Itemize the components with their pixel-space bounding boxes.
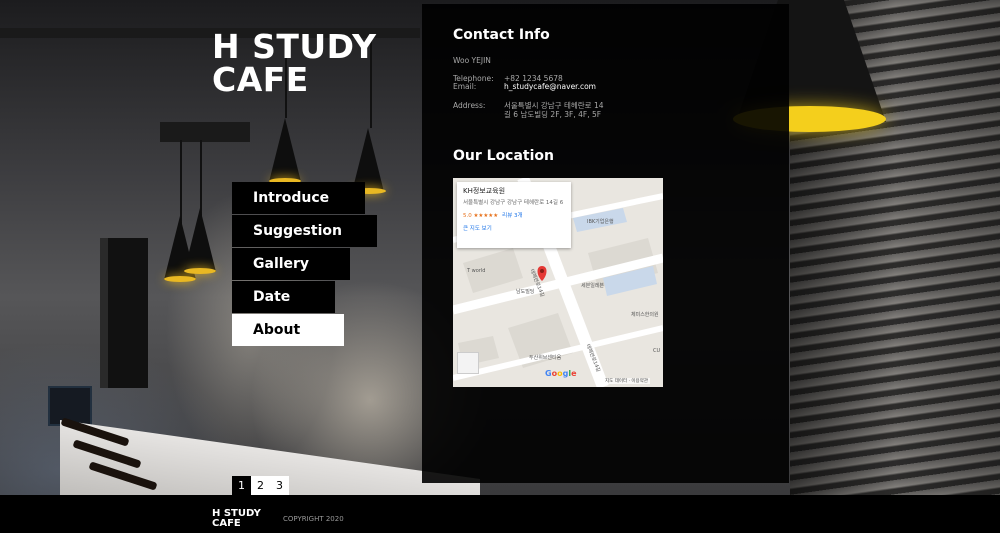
map-pegman-box[interactable]: [457, 352, 479, 374]
rating-value: 5.0: [463, 213, 472, 219]
star-icons: ★★★★★: [473, 213, 499, 219]
map-label-seven: 세븐일레븐: [581, 283, 605, 289]
contact-name: Woo YEJIN: [453, 56, 491, 65]
contact-panel: Contact Info Woo YEJIN Telephone: +82 12…: [422, 4, 789, 483]
site-footer: H STUDY CAFE COPYRIGHT 2020: [0, 495, 1000, 533]
nav-item-date[interactable]: Date: [232, 281, 335, 313]
email-label: Email:: [453, 82, 477, 91]
lamp-glow: [164, 276, 196, 282]
map-label-cu: CU: [653, 348, 661, 354]
location-heading: Our Location: [453, 148, 555, 164]
nav-item-suggestion[interactable]: Suggestion: [232, 215, 377, 247]
google-logo: Google: [545, 369, 577, 378]
map-label-doosan: 두산위브센티움: [529, 355, 562, 361]
map-label-tworld: T world: [467, 268, 486, 274]
email-value[interactable]: h_studycafe@naver.com: [504, 82, 596, 91]
site-logo[interactable]: H STUDY CAFE: [212, 30, 377, 96]
nav-item-about[interactable]: About: [232, 314, 344, 346]
logo-line-2: CAFE: [212, 60, 309, 99]
lamp-glow: [184, 268, 216, 274]
address-label: Address:: [453, 101, 486, 110]
google-map[interactable]: KH정보교육원 서울특별시 강남구 강남구 테헤란로 14길 6 5.0 ★★★…: [453, 178, 663, 387]
map-label-cheami: 체미스한의원: [631, 312, 659, 318]
place-card[interactable]: KH정보교육원 서울특별시 강남구 강남구 테헤란로 14길 6 5.0 ★★★…: [457, 182, 571, 248]
footer-logo[interactable]: H STUDY CAFE: [212, 509, 261, 529]
larger-map-link[interactable]: 큰 지도 보기: [463, 224, 565, 232]
place-name: KH정보교육원: [463, 187, 506, 195]
map-label-namdo: 남도빌딩: [516, 289, 535, 295]
place-rating: 5.0 ★★★★★ 리뷰 3개: [463, 211, 565, 219]
logo-line-1: H STUDY: [212, 27, 377, 66]
map-attribution[interactable]: 지도 데이터 · 이용약관: [603, 378, 650, 384]
nav-item-gallery[interactable]: Gallery: [232, 248, 350, 280]
footer-logo-line-2: CAFE: [212, 518, 241, 529]
contact-heading: Contact Info: [453, 27, 550, 43]
pendant-lamp: [269, 118, 301, 182]
reviews-link[interactable]: 리뷰 3개: [502, 213, 522, 219]
page-button-2[interactable]: 2: [251, 476, 270, 495]
copyright-text: COPYRIGHT 2020: [283, 515, 344, 523]
nav-item-introduce[interactable]: Introduce: [232, 182, 365, 214]
map-label-ibk: IBK기업은행: [587, 219, 614, 225]
page-button-1[interactable]: 1: [232, 476, 251, 495]
place-address: 서울특별시 강남구 강남구 테헤란로 14길 6: [463, 200, 564, 206]
slide-pagination: 1 2 3: [232, 476, 289, 495]
page-button-3[interactable]: 3: [270, 476, 289, 495]
ceiling-rail: [160, 122, 250, 142]
wall-speaker-edge: [100, 238, 108, 388]
address-value: 서울특별시 강남구 테헤란로 14길 6 남도빌딩 2F, 3F, 4F, 5F: [504, 101, 604, 119]
pendant-lamp: [184, 208, 216, 272]
